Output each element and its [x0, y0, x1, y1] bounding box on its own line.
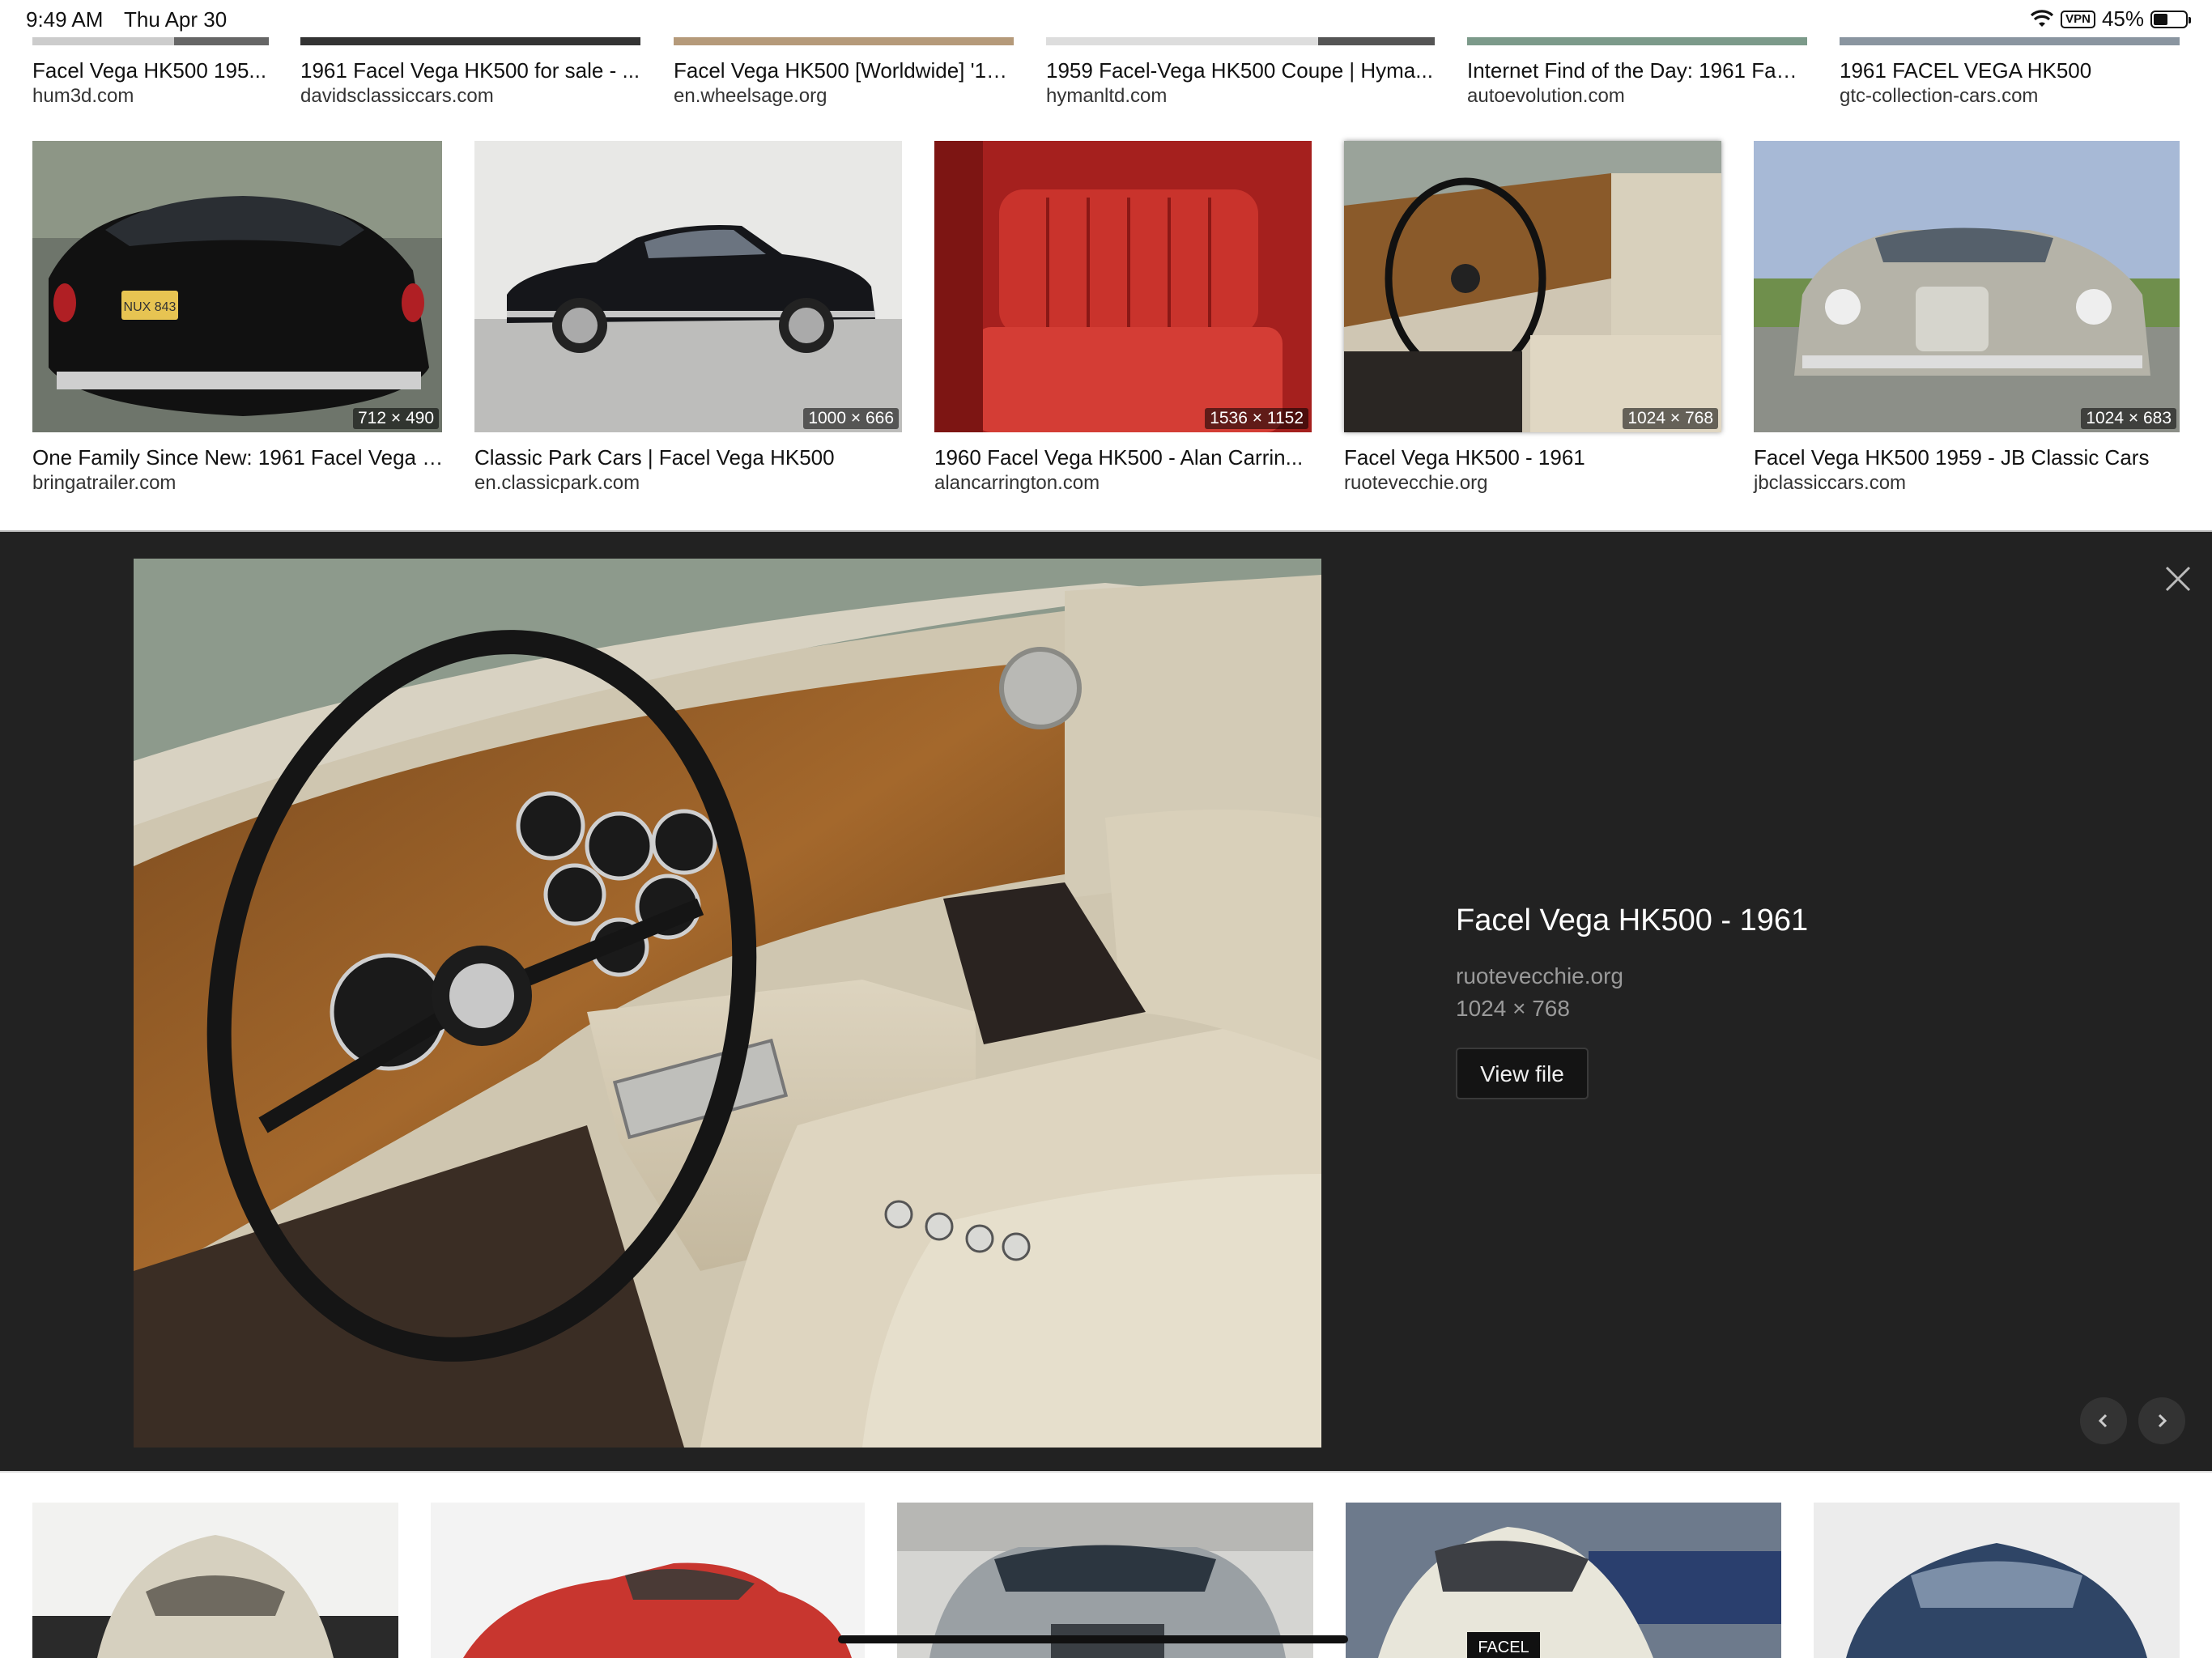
result-title[interactable]: Facel Vega HK500 1959 - JB Classic Cars: [1754, 445, 2191, 470]
wifi-icon: [2031, 9, 2054, 27]
result-thumbnail[interactable]: 1024 × 683: [1754, 141, 2180, 432]
viewer-title[interactable]: Facel Vega HK500 - 1961: [1456, 903, 1808, 938]
result-site: en.wheelsage.org: [674, 85, 827, 107]
result-thumbnail[interactable]: FACEL: [1346, 1503, 1781, 1658]
result-site: en.classicpark.com: [474, 472, 640, 494]
result-site: jbclassiccars.com: [1754, 472, 1907, 494]
result-site: gtc-collection-cars.com: [1840, 85, 2039, 107]
result-title[interactable]: 1959 Facel-Vega HK500 Coupe | Hyma...: [1046, 58, 1435, 83]
result-site: alancarrington.com: [934, 472, 1100, 494]
home-indicator[interactable]: [838, 1635, 1348, 1643]
result-site: bringatrailer.com: [32, 472, 177, 494]
viewer-image-dimensions: 1024 × 768: [1456, 996, 1570, 1021]
result-title[interactable]: 1960 Facel Vega HK500 - Alan Carrin...: [934, 445, 1312, 470]
status-date: Thu Apr 30: [124, 7, 228, 32]
result-thumbnail-selected[interactable]: 1024 × 768: [1344, 141, 1721, 432]
result-thumbnail[interactable]: [1814, 1503, 2180, 1658]
viewer-source-site[interactable]: ruotevecchie.org: [1456, 963, 1623, 989]
result-thumbnail[interactable]: [1840, 37, 2180, 45]
battery-level: [2154, 13, 2168, 25]
result-site: autoevolution.com: [1467, 85, 1625, 107]
result-title[interactable]: Facel Vega HK500 [Worldwide] '19...: [674, 58, 1014, 83]
view-file-button[interactable]: View file: [1456, 1048, 1589, 1099]
facel-plate-text: FACEL: [1478, 1639, 1529, 1656]
license-plate-text: NUX 843: [124, 300, 177, 314]
result-title[interactable]: Classic Park Cars | Facel Vega HK500: [474, 445, 912, 470]
image-dimensions: 1536 × 1152: [1205, 408, 1308, 429]
status-indicators: VPN 45%: [2030, 6, 2191, 32]
result-title[interactable]: Facel Vega HK500 195...: [32, 58, 275, 83]
chevron-left-icon[interactable]: [2080, 1397, 2127, 1444]
close-icon[interactable]: [2162, 563, 2194, 595]
result-title[interactable]: Facel Vega HK500 - 1961: [1344, 445, 1721, 470]
image-dimensions: 1024 × 768: [1623, 408, 1718, 429]
image-dimensions: 1024 × 683: [2081, 408, 2176, 429]
result-thumbnail[interactable]: [32, 1503, 398, 1658]
result-thumbnail[interactable]: [1046, 37, 1435, 45]
result-thumbnail[interactable]: [431, 1503, 865, 1658]
result-thumbnail[interactable]: 1536 × 1152: [934, 141, 1312, 432]
result-title[interactable]: 1961 FACEL VEGA HK500: [1840, 58, 2180, 83]
image-dimensions: 1000 × 666: [803, 408, 899, 429]
result-thumbnail[interactable]: [300, 37, 640, 45]
result-title[interactable]: One Family Since New: 1961 Facel Vega H.…: [32, 445, 453, 470]
result-site: ruotevecchie.org: [1344, 472, 1488, 494]
result-site: hymanltd.com: [1046, 85, 1168, 107]
viewer-main-image[interactable]: [134, 559, 1321, 1448]
result-title[interactable]: Internet Find of the Day: 1961 Face...: [1467, 58, 1807, 83]
result-thumbnail[interactable]: NUX 843 712 × 490: [32, 141, 442, 432]
battery-icon: [2150, 10, 2191, 28]
result-thumbnail[interactable]: 1000 × 666: [474, 141, 902, 432]
result-site: hum3d.com: [32, 85, 134, 107]
result-thumbnail[interactable]: [1467, 37, 1807, 45]
result-thumbnail[interactable]: [674, 37, 1014, 45]
vpn-badge: VPN: [2061, 10, 2095, 28]
image-dimensions: 712 × 490: [352, 408, 439, 429]
status-bar: 9:49 AM Thu Apr 30 VPN 45%: [0, 0, 2212, 37]
result-title[interactable]: 1961 Facel Vega HK500 for sale - ...: [300, 58, 640, 83]
chevron-right-icon[interactable]: [2138, 1397, 2185, 1444]
bottom-divider: [0, 1471, 2212, 1473]
result-thumbnail[interactable]: [32, 37, 269, 45]
result-site: davidsclassiccars.com: [300, 85, 494, 107]
status-time: 9:49 AM: [26, 7, 104, 32]
battery-percent: 45%: [2101, 6, 2144, 31]
